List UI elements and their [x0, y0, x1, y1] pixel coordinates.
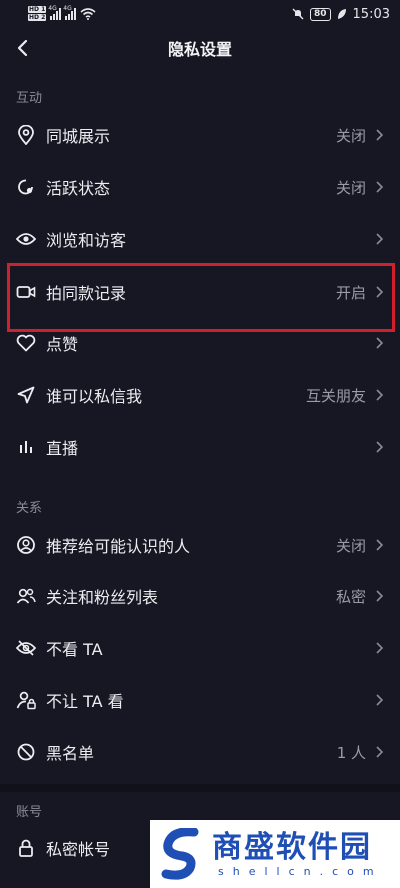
row-label: 浏览和访客: [46, 231, 127, 250]
network-type-2: 4G: [63, 5, 72, 12]
chevron-right-icon: [376, 539, 384, 551]
row-label: 不看 TA: [46, 640, 103, 659]
user-lock-icon: [16, 690, 36, 710]
live-bars-icon: [16, 437, 36, 457]
row-value: 私密: [335, 587, 366, 606]
watermark-logo-icon: [161, 828, 199, 880]
row-label: 推荐给可能认识的人: [46, 537, 191, 556]
section-label-account: 账号: [16, 805, 43, 820]
row-label: 点赞: [46, 335, 79, 354]
row-browse-visitors[interactable]: 浏览和访客: [0, 213, 400, 265]
watermark-domain: shellcn.com: [218, 864, 383, 878]
chevron-right-icon: [376, 389, 384, 401]
row-label: 黑名单: [46, 744, 95, 763]
eye-off-icon: [16, 638, 36, 658]
row-value: 关闭: [335, 126, 366, 145]
row-following-followers-list[interactable]: 关注和粉丝列表 私密: [0, 570, 400, 622]
watermark: 商盛软件园 shellcn.com: [150, 820, 400, 888]
users-icon: [16, 586, 36, 606]
row-label: 同城展示: [46, 127, 111, 146]
lock-icon: [16, 838, 36, 858]
chevron-right-icon: [376, 129, 384, 141]
chevron-right-icon: [376, 441, 384, 453]
sim-indicator: HD 1 HD 2: [28, 6, 47, 22]
row-label: 谁可以私信我: [46, 387, 143, 406]
nav-bar: 隐私设置: [0, 28, 400, 68]
row-active-status[interactable]: 活跃状态 关闭: [0, 161, 400, 213]
row-label: 直播: [46, 439, 79, 458]
status-bar: HD 1 HD 2 4G 4G 80 15:03: [0, 0, 400, 28]
signal-icon: 4G: [48, 5, 62, 20]
heart-icon: [16, 333, 36, 353]
mute-bell-icon: [292, 8, 304, 20]
row-hide-their-posts[interactable]: 不看 TA: [0, 622, 400, 674]
watermark-title: 商盛软件园: [212, 829, 372, 865]
user-circle-icon: [16, 535, 36, 555]
row-value: 关闭: [335, 536, 366, 555]
chevron-right-icon: [376, 642, 384, 654]
row-recommend-to-acquaintances[interactable]: 推荐给可能认识的人 关闭: [0, 519, 400, 571]
chevron-right-icon: [376, 746, 384, 758]
wifi-icon: [80, 8, 96, 20]
section-label-interaction: 互动: [16, 91, 43, 106]
row-nearby-display[interactable]: 同城展示 关闭: [0, 109, 400, 161]
sim1-badge: HD 1: [28, 6, 47, 13]
block-icon: [16, 742, 36, 762]
chevron-right-icon: [376, 233, 384, 245]
chevron-right-icon: [376, 181, 384, 193]
section-label-relations: 关系: [16, 501, 43, 516]
signal-icon-2: 4G: [63, 5, 77, 20]
row-who-can-message[interactable]: 谁可以私信我 互关朋友: [0, 369, 400, 421]
row-label: 不让 TA 看: [46, 692, 124, 711]
row-value: 1 人: [336, 743, 366, 762]
row-likes[interactable]: 点赞: [0, 317, 400, 369]
section-divider: [0, 784, 400, 792]
sim2-badge: HD 2: [28, 14, 47, 21]
chevron-right-icon: [376, 337, 384, 349]
row-value: 关闭: [335, 178, 366, 197]
row-hide-my-posts[interactable]: 不让 TA 看: [0, 674, 400, 726]
activity-status-icon: [16, 177, 36, 197]
chevron-right-icon: [376, 694, 384, 706]
row-live[interactable]: 直播: [0, 421, 400, 473]
row-value: 互关朋友: [305, 386, 366, 405]
chevron-right-icon: [376, 590, 384, 602]
leaf-icon: [337, 9, 346, 19]
battery-indicator: 80: [310, 7, 331, 21]
row-label: 关注和粉丝列表: [46, 588, 159, 607]
row-blacklist[interactable]: 黑名单 1 人: [0, 726, 400, 778]
eye-icon: [16, 229, 36, 249]
row-label: 活跃状态: [46, 179, 111, 198]
network-type: 4G: [48, 5, 57, 12]
send-icon: [16, 385, 36, 405]
page-title: 隐私设置: [167, 40, 232, 59]
back-arrow-icon[interactable]: [14, 38, 34, 58]
clock: 15:03: [352, 6, 390, 22]
location-pin-icon: [16, 125, 36, 145]
